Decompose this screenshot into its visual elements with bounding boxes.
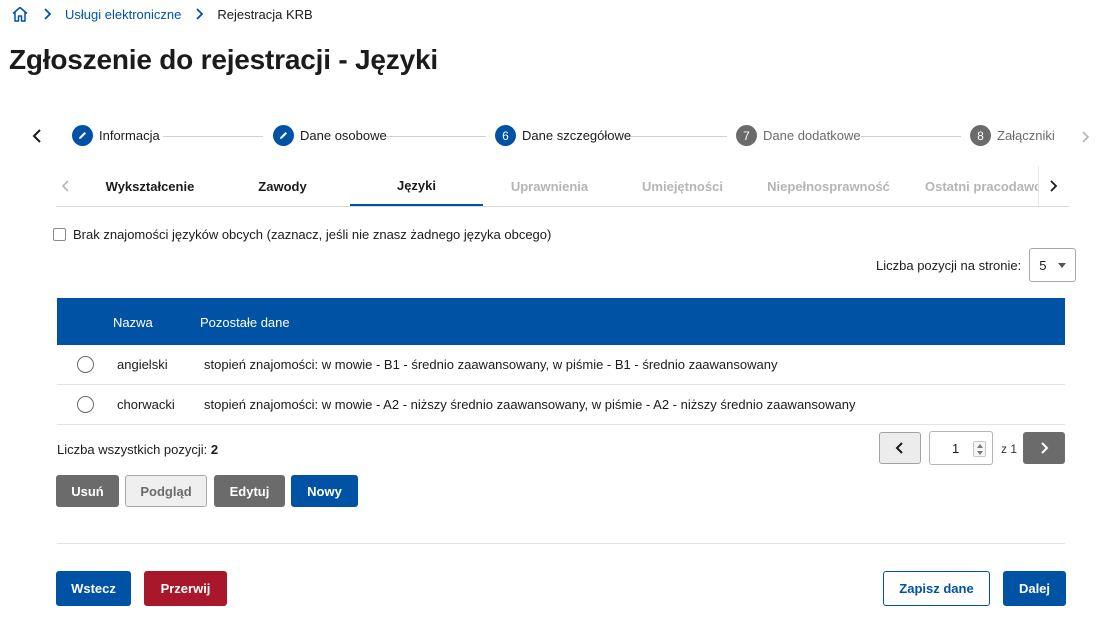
caret-down-icon xyxy=(1058,262,1067,268)
cell-name: angielski xyxy=(117,357,168,372)
preview-button[interactable]: Podgląd xyxy=(125,475,207,507)
step-dane-szczegolowe[interactable]: 6 Dane szczegółowe xyxy=(495,125,631,146)
page-number-value: 1 xyxy=(952,441,960,456)
home-icon[interactable] xyxy=(11,5,29,23)
table-header: Nazwa Pozostałe dane xyxy=(57,298,1065,345)
cell-details: stopień znajomości: w mowie - A2 - niższ… xyxy=(204,397,856,412)
tabs-prev-icon[interactable] xyxy=(60,178,72,194)
step-label: Dane osobowe xyxy=(300,128,387,143)
new-button[interactable]: Nowy xyxy=(291,475,358,507)
row-radio[interactable] xyxy=(77,396,94,413)
tab-bar: Wykształcenie Zawody Języki Uprawnienia … xyxy=(56,166,1069,207)
step-label: Informacja xyxy=(99,128,160,143)
tab-niepelnosprawnosc: Niepełnosprawność xyxy=(767,178,890,194)
page-prev-button[interactable] xyxy=(879,432,921,464)
step-zalaczniki: 8 Załączniki xyxy=(970,125,1055,146)
step-connector xyxy=(627,136,727,137)
per-page-label: Liczba pozycji na stronie: xyxy=(876,257,1022,273)
page-next-button[interactable] xyxy=(1023,432,1065,464)
tab-umiejetnosci: Umiejętności xyxy=(642,178,723,194)
chevron-right-icon xyxy=(1041,442,1049,454)
table-row[interactable]: chorwacki stopień znajomości: w mowie - … xyxy=(57,385,1065,425)
header-nazwa: Nazwa xyxy=(113,315,153,330)
abort-button[interactable]: Przerwij xyxy=(144,571,227,606)
step-number: 7 xyxy=(736,125,757,146)
languages-table: Nazwa Pozostałe dane angielski stopień z… xyxy=(57,298,1065,425)
chevron-right-icon xyxy=(193,7,207,21)
checkbox-box[interactable] xyxy=(53,228,66,241)
step-label: Załączniki xyxy=(997,128,1055,143)
step-dane-dodatkowe: 7 Dane dodatkowe xyxy=(736,125,861,146)
save-button[interactable]: Zapisz dane xyxy=(883,571,990,606)
back-button[interactable]: Wstecz xyxy=(56,571,131,606)
total-value: 2 xyxy=(210,442,219,457)
step-connector xyxy=(861,136,961,137)
per-page-select[interactable]: 5 xyxy=(1029,248,1077,282)
header-pozostale-dane: Pozostałe dane xyxy=(200,315,290,330)
pencil-icon xyxy=(72,125,93,146)
total-label: Liczba wszystkich pozycji: xyxy=(57,442,208,457)
tab-ostatni-pracodawca: Ostatni pracodawca xyxy=(925,178,1038,194)
edit-button[interactable]: Edytuj xyxy=(214,475,285,507)
step-connector xyxy=(163,136,263,137)
next-button[interactable]: Dalej xyxy=(1003,571,1066,606)
per-page-value: 5 xyxy=(1039,257,1047,273)
breadcrumb-current: Rejestracja KRB xyxy=(217,6,313,22)
tabs-next-icon[interactable] xyxy=(1038,166,1069,206)
total-count: Liczba wszystkich pozycji: 2 xyxy=(57,442,218,457)
checkbox-label: Brak znajomości języków obcych (zaznacz,… xyxy=(73,227,552,242)
tab-wyksztalcenie[interactable]: Wykształcenie xyxy=(88,166,212,206)
step-informacja[interactable]: Informacja xyxy=(72,125,160,146)
page-of-label: z 1 xyxy=(1001,442,1018,456)
tab-zawody[interactable]: Zawody xyxy=(216,166,349,206)
page-title: Zgłoszenie do rejestracji - Języki xyxy=(9,44,438,75)
step-number: 8 xyxy=(970,125,991,146)
tab-jezyki[interactable]: Języki xyxy=(350,166,483,206)
page-number-input[interactable]: 1 xyxy=(929,431,993,465)
breadcrumb: Usługi elektroniczne Rejestracja KRB xyxy=(11,4,313,24)
page-stepper-icon[interactable] xyxy=(973,441,986,457)
per-page-control: Liczba pozycji na stronie: 5 xyxy=(876,248,1077,282)
stepper-prev-icon[interactable] xyxy=(30,128,44,144)
step-connector xyxy=(386,136,486,137)
chevron-left-icon xyxy=(895,442,903,454)
pencil-icon xyxy=(273,125,294,146)
step-label: Dane szczegółowe xyxy=(522,128,632,143)
stepper-next-icon[interactable] xyxy=(1080,129,1092,145)
no-languages-checkbox[interactable]: Brak znajomości języków obcych (zaznacz,… xyxy=(53,227,551,242)
divider xyxy=(57,543,1065,544)
cell-name: chorwacki xyxy=(117,397,175,412)
step-dane-osobowe[interactable]: Dane osobowe xyxy=(273,125,387,146)
chevron-right-icon xyxy=(41,7,55,21)
table-row[interactable]: angielski stopień znajomości: w mowie - … xyxy=(57,345,1065,385)
cell-details: stopień znajomości: w mowie - B1 - średn… xyxy=(204,357,778,372)
tab-uprawnienia: Uprawnienia xyxy=(510,178,589,194)
step-number: 6 xyxy=(495,125,516,146)
row-radio[interactable] xyxy=(77,356,94,373)
stepper: Informacja Dane osobowe 6 Dane szczegóło… xyxy=(0,122,1111,152)
delete-button[interactable]: Usuń xyxy=(56,475,119,507)
breadcrumb-link-uslugi[interactable]: Usługi elektroniczne xyxy=(65,7,181,22)
step-label: Dane dodatkowe xyxy=(763,128,861,143)
